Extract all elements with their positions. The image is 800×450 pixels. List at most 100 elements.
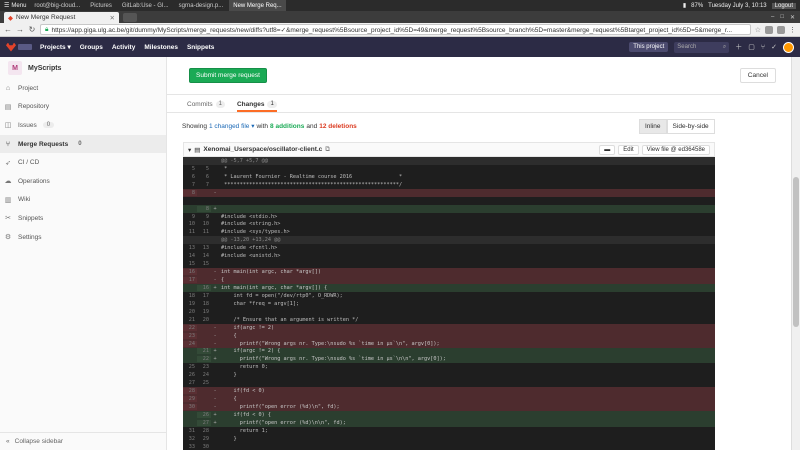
new-line-number[interactable]: 11	[197, 229, 211, 235]
new-line-number[interactable]: 23	[197, 364, 211, 370]
old-line-number[interactable]: 7	[183, 182, 197, 188]
nav-projects[interactable]: Projects ▾	[40, 43, 71, 51]
forward-icon[interactable]: →	[16, 25, 24, 34]
old-line-number[interactable]: 14	[183, 253, 197, 259]
old-line-number[interactable]: 24	[183, 340, 197, 347]
old-line-number[interactable]: 8	[183, 189, 197, 196]
new-line-number[interactable]: 5	[197, 166, 211, 172]
taskbar-task-active[interactable]: New Merge Req...	[229, 0, 286, 11]
new-line-number[interactable]: 24	[197, 372, 211, 378]
new-line-number[interactable]: 21	[197, 348, 211, 355]
issues-nav-icon[interactable]: ▢	[748, 43, 755, 51]
inline-view-button[interactable]: Inline	[639, 119, 667, 134]
copy-icon[interactable]: ⧉	[325, 146, 330, 154]
old-line-number[interactable]: 17	[183, 277, 197, 284]
nav-milestones[interactable]: Milestones	[144, 44, 178, 51]
new-line-number[interactable]: 29	[197, 436, 211, 442]
file-path[interactable]: Xenomai_Userspace/oscillator-client.c	[203, 146, 322, 153]
sidebar-project-header[interactable]: M MyScripts	[0, 57, 166, 79]
new-line-number[interactable]: 18	[197, 301, 211, 307]
new-line-number[interactable]: 7	[197, 182, 211, 188]
sidebar-item-wiki[interactable]: ▥ Wiki	[0, 191, 166, 210]
old-line-number[interactable]: 21	[183, 317, 197, 323]
taskbar-task[interactable]: sgrna-design.p...	[175, 0, 228, 11]
new-tab-button[interactable]	[123, 13, 137, 22]
search-input[interactable]: Search ⌕	[674, 41, 730, 53]
old-line-number[interactable]: 28	[183, 388, 197, 395]
logout-button[interactable]: Logout	[771, 2, 796, 9]
nav-activity[interactable]: Activity	[112, 44, 135, 51]
taskbar-task[interactable]: GitLab:Use - GI...	[118, 0, 173, 11]
collapse-sidebar-button[interactable]: « Collapse sidebar	[0, 432, 166, 450]
new-line-number[interactable]: 6	[197, 174, 211, 180]
back-icon[interactable]: ←	[4, 25, 12, 34]
todos-icon[interactable]: ✓	[771, 43, 777, 51]
new-line-number[interactable]: 30	[197, 444, 211, 450]
extension-icon[interactable]	[765, 25, 773, 34]
old-line-number[interactable]: 27	[183, 380, 197, 386]
search-scope[interactable]: This project	[629, 42, 669, 52]
tab-changes[interactable]: Changes 1	[236, 101, 277, 112]
sidebar-item-issues[interactable]: ◫ Issues 0	[0, 116, 166, 135]
old-line-number[interactable]: 30	[183, 404, 197, 411]
old-line-number[interactable]: 26	[183, 372, 197, 378]
extension-icon[interactable]	[777, 25, 785, 34]
old-line-number[interactable]: 18	[183, 293, 197, 299]
taskbar-task[interactable]: root@big-cloud...	[30, 0, 84, 11]
close-window-icon[interactable]: ✕	[790, 14, 795, 21]
old-line-number[interactable]: 13	[183, 245, 197, 251]
address-bar[interactable]: 🔒︎ https://app.giga.ulg.ac.be/git/dummy/…	[40, 24, 751, 35]
new-line-number[interactable]: 14	[197, 253, 211, 259]
old-line-number[interactable]: 31	[183, 428, 197, 434]
old-line-number[interactable]: 23	[183, 332, 197, 339]
old-line-number[interactable]: 9	[183, 214, 197, 220]
new-line-number[interactable]: 28	[197, 428, 211, 434]
side-by-side-view-button[interactable]: Side-by-side	[666, 119, 715, 134]
maximize-icon[interactable]: □	[780, 14, 784, 21]
old-line-number[interactable]: 16	[183, 269, 197, 276]
tab-commits[interactable]: Commits 1	[187, 101, 225, 112]
nav-groups[interactable]: Groups	[80, 44, 103, 51]
taskbar-task[interactable]: Pictures	[86, 0, 116, 11]
sidebar-item-repository[interactable]: ▤ Repository	[0, 98, 166, 117]
new-line-number[interactable]: 8	[197, 205, 211, 212]
sidebar-item-project[interactable]: ⌂ Project	[0, 79, 166, 98]
old-line-number[interactable]: 32	[183, 436, 197, 442]
old-line-number[interactable]: 33	[183, 444, 197, 450]
comment-icon[interactable]: ▬	[599, 144, 616, 155]
old-line-number[interactable]: 20	[183, 309, 197, 315]
new-line-number[interactable]: 17	[197, 293, 211, 299]
changed-files-dropdown[interactable]: 1 changed file ▾	[209, 122, 255, 130]
sidebar-item-merge-requests[interactable]: ⑂ Merge Requests 0	[0, 134, 166, 154]
old-line-number[interactable]: 11	[183, 229, 197, 235]
page-scrollbar[interactable]	[791, 57, 800, 450]
sidebar-item-operations[interactable]: ☁ Operations	[0, 172, 166, 191]
new-line-number[interactable]: 26	[197, 411, 211, 418]
old-line-number[interactable]: 5	[183, 166, 197, 172]
submit-merge-request-button[interactable]: Submit merge request	[189, 68, 267, 83]
nav-snippets[interactable]: Snippets	[187, 44, 214, 51]
merge-requests-nav-icon[interactable]: ⑂	[761, 44, 765, 51]
sidebar-item-ci-cd[interactable]: ➶ CI / CD	[0, 153, 166, 172]
new-line-number[interactable]: 20	[197, 317, 211, 323]
gitlab-logo[interactable]	[6, 41, 34, 53]
new-line-number[interactable]: 16	[197, 284, 211, 291]
minimize-icon[interactable]: –	[771, 14, 774, 21]
old-line-number[interactable]: 25	[183, 364, 197, 370]
plus-icon[interactable]: ＋	[735, 42, 742, 52]
bookmark-star-icon[interactable]: ☆	[755, 26, 761, 34]
new-line-number[interactable]: 19	[197, 309, 211, 315]
new-line-number[interactable]: 22	[197, 356, 211, 363]
browser-tab[interactable]: ◆ New Merge Request ✕	[4, 12, 119, 23]
view-file-button[interactable]: View file @ ed36458e	[641, 144, 710, 155]
new-line-number[interactable]: 27	[197, 419, 211, 426]
old-line-number[interactable]: 29	[183, 396, 197, 403]
new-line-number[interactable]: 13	[197, 245, 211, 251]
old-line-number[interactable]: 10	[183, 221, 197, 227]
os-menu-button[interactable]: ☰ Menu	[0, 2, 30, 10]
close-tab-icon[interactable]: ✕	[110, 14, 115, 22]
old-line-number[interactable]: 22	[183, 324, 197, 331]
scrollbar-thumb[interactable]	[793, 177, 799, 327]
old-line-number[interactable]: 15	[183, 261, 197, 267]
browser-menu-icon[interactable]: ⋮	[789, 26, 796, 34]
